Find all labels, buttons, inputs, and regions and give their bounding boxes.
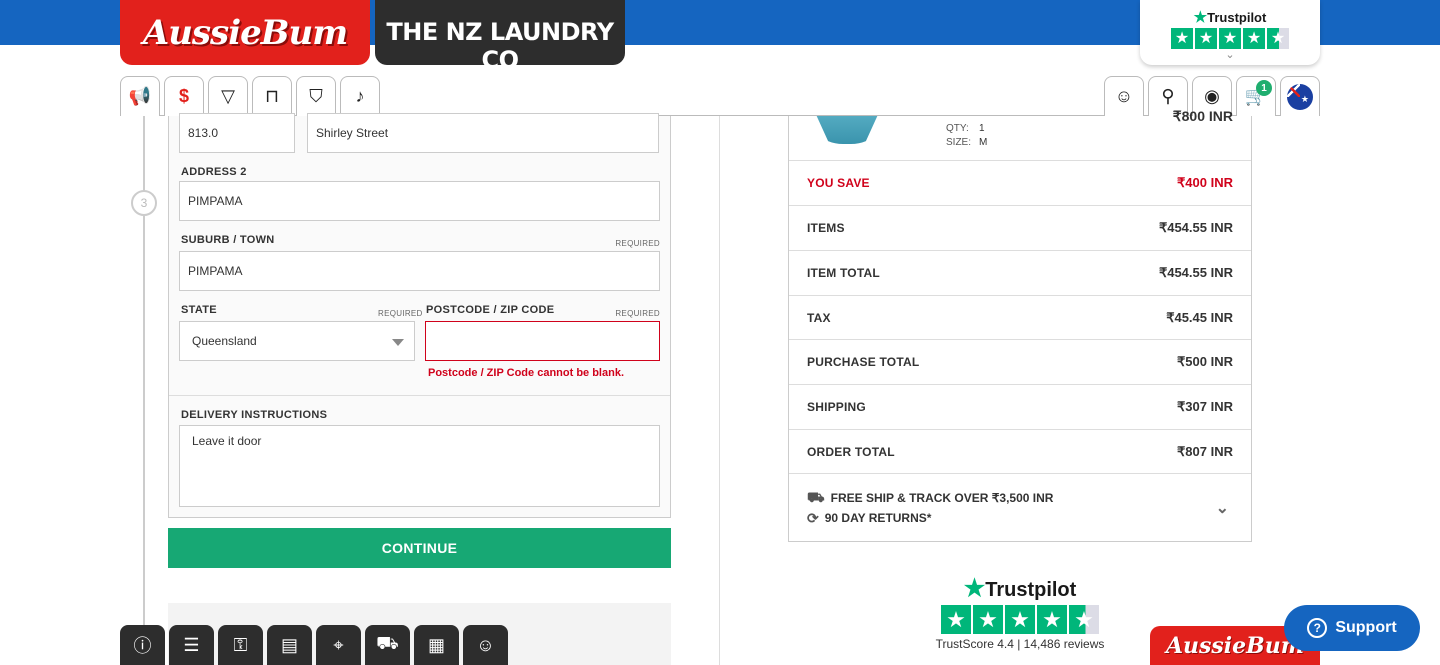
tshirt-icon[interactable]: ⛉	[296, 76, 336, 116]
state-label: STATE	[181, 304, 217, 316]
delivery-truck-icon: ⛟	[807, 488, 825, 505]
product-size: SIZE: M	[946, 137, 988, 148]
suburb-input[interactable]: PIMPAMA	[179, 251, 660, 291]
star-icon: ★	[1037, 605, 1067, 634]
secure-account-icon[interactable]: ⚿	[218, 625, 263, 665]
underwear-brief-icon[interactable]: ▽	[208, 76, 248, 116]
star-icon: ★	[1243, 28, 1265, 49]
summary-row-tax: TAX ₹45.45 INR	[789, 295, 1251, 340]
delivery-instructions-textarea[interactable]: Leave it door	[179, 425, 660, 507]
state-required: REQUIRED	[378, 309, 423, 318]
postcode-input[interactable]	[425, 321, 660, 361]
trustpilot-bottom-name: Trustpilot	[985, 579, 1077, 601]
street-number-input[interactable]: 813.0	[179, 113, 295, 153]
chevron-down-icon: ⌄	[1225, 49, 1235, 61]
summary-row-purchase-total: PURCHASE TOTAL ₹500 INR	[789, 339, 1251, 384]
suburb-required: REQUIRED	[615, 239, 660, 248]
state-select-value: Queensland	[192, 334, 257, 348]
shipping-info[interactable]: ⛟ FREE SHIP & TRACK OVER ₹3,500 INR ⟳ 90…	[789, 473, 1251, 541]
free-ship-text: FREE SHIP & TRACK OVER ₹3,500 INR	[830, 491, 1054, 505]
socks-icon[interactable]: ♪	[340, 76, 380, 116]
column-divider	[719, 116, 720, 665]
chevron-down-icon: ⌄	[1215, 500, 1229, 517]
location-icon[interactable]: ⌖	[316, 625, 361, 665]
address2-input[interactable]: PIMPAMA	[179, 181, 660, 221]
address2-label: ADDRESS 2	[181, 166, 247, 178]
summary-row-order-total: ORDER TOTAL ₹807 INR	[789, 429, 1251, 474]
faq-icon[interactable]: ☰	[169, 625, 214, 665]
product-price: ₹800 INR	[1172, 108, 1233, 124]
trunk-icon[interactable]: ⊓	[252, 76, 292, 116]
star-icon: ★	[1005, 605, 1035, 634]
trustpilot-widget[interactable]: ★Trustpilot ★ ★ ★ ★ ★ ⌄	[1140, 0, 1320, 65]
community-icon[interactable]: ☺	[1104, 76, 1144, 116]
cart-button[interactable]: 🛒 1	[1236, 76, 1276, 116]
suburb-label: SUBURB / TOWN	[181, 234, 275, 246]
trustpilot-star-icon: ★	[1193, 9, 1208, 26]
star-icon: ★	[1195, 28, 1217, 49]
summary-row-items: ITEMS ₹454.55 INR	[789, 205, 1251, 250]
trustpilot-stars: ★ ★ ★ ★ ★	[1171, 28, 1289, 49]
support-button[interactable]: ? Support	[1284, 605, 1420, 651]
star-half-icon: ★	[1069, 605, 1099, 634]
footer-icon-nav: ⓘ ☰ ⚿ ▤ ⌖ ⛟ ▦ ☺	[120, 625, 508, 665]
product-qty: QTY: 1	[946, 123, 985, 134]
aussiebum-logo[interactable]: AussieBum	[120, 0, 370, 65]
trustpilot-name: Trustpilot	[1207, 10, 1267, 25]
sale-tag-icon[interactable]: $	[164, 76, 204, 116]
address-form: 813.0 Shirley Street ADDRESS 2 PIMPAMA S…	[168, 113, 671, 518]
delivery-truck-icon[interactable]: ⛟	[365, 625, 410, 665]
trustpilot-star-icon: ★	[963, 575, 986, 602]
australia-flag-icon	[1287, 83, 1313, 110]
continue-button[interactable]: CONTINUE	[168, 528, 671, 568]
info-icon[interactable]: ⓘ	[120, 625, 165, 665]
laundry-co-logo-text: THE NZ LAUNDRY CO	[386, 18, 614, 74]
summary-row-you-save: YOU SAVE ₹400 INR	[789, 160, 1251, 205]
help-icon: ?	[1307, 618, 1328, 638]
summary-row-shipping: SHIPPING ₹307 INR	[789, 384, 1251, 429]
trustscore-text: TrustScore 4.4 | 14,486 reviews	[935, 637, 1105, 651]
postcode-label: POSTCODE / ZIP CODE	[426, 304, 555, 316]
star-icon: ★	[1171, 28, 1193, 49]
star-icon: ★	[973, 605, 1003, 634]
product-image	[803, 116, 893, 144]
returns-icon: ⟳	[807, 509, 819, 526]
aussiebum-footer-logo-text: AussieBum	[1165, 632, 1305, 659]
summary-row-item-total: ITEM TOTAL ₹454.55 INR	[789, 250, 1251, 295]
returns-text: 90 DAY RETURNS*	[824, 511, 932, 525]
postcode-error-message: Postcode / ZIP Code cannot be blank.	[428, 367, 624, 379]
icon-nav: 📢 $ ▽ ⊓ ⛉ ♪ ☺ ⚲ ◉ 🛒 1	[120, 76, 1320, 116]
street-name-input[interactable]: Shirley Street	[307, 113, 659, 153]
cart-count-badge: 1	[1256, 80, 1272, 96]
state-select[interactable]: Queensland	[179, 321, 415, 361]
country-selector[interactable]	[1280, 76, 1320, 116]
news-megaphone-icon[interactable]: 📢	[120, 76, 160, 116]
star-half-icon: ★	[1267, 28, 1289, 49]
customer-service-icon[interactable]: ☺	[463, 625, 508, 665]
gift-card-icon[interactable]: ▦	[414, 625, 459, 665]
delivery-instructions-label: DELIVERY INSTRUCTIONS	[181, 409, 328, 421]
select-arrow-icon	[392, 339, 404, 346]
support-label: Support	[1335, 619, 1397, 636]
star-icon: ★	[1219, 28, 1241, 49]
form-divider	[169, 395, 670, 396]
aussiebum-logo-text: AussieBum	[142, 12, 348, 53]
order-list-icon[interactable]: ▤	[267, 625, 312, 665]
step-indicator: 3	[131, 190, 157, 216]
laundry-co-logo[interactable]: THE NZ LAUNDRY CO ⌄	[375, 0, 625, 85]
order-summary: ₹800 INR QTY: 1 SIZE: M YOU SAVE ₹400 IN…	[788, 108, 1252, 542]
star-icon: ★	[941, 605, 971, 634]
trustpilot-bottom-stars: ★ ★ ★ ★ ★	[941, 605, 1099, 634]
postcode-required: REQUIRED	[615, 309, 660, 318]
trustpilot-bottom-widget[interactable]: ★Trustpilot ★ ★ ★ ★ ★ TrustScore 4.4 | 14,48…	[922, 574, 1118, 651]
